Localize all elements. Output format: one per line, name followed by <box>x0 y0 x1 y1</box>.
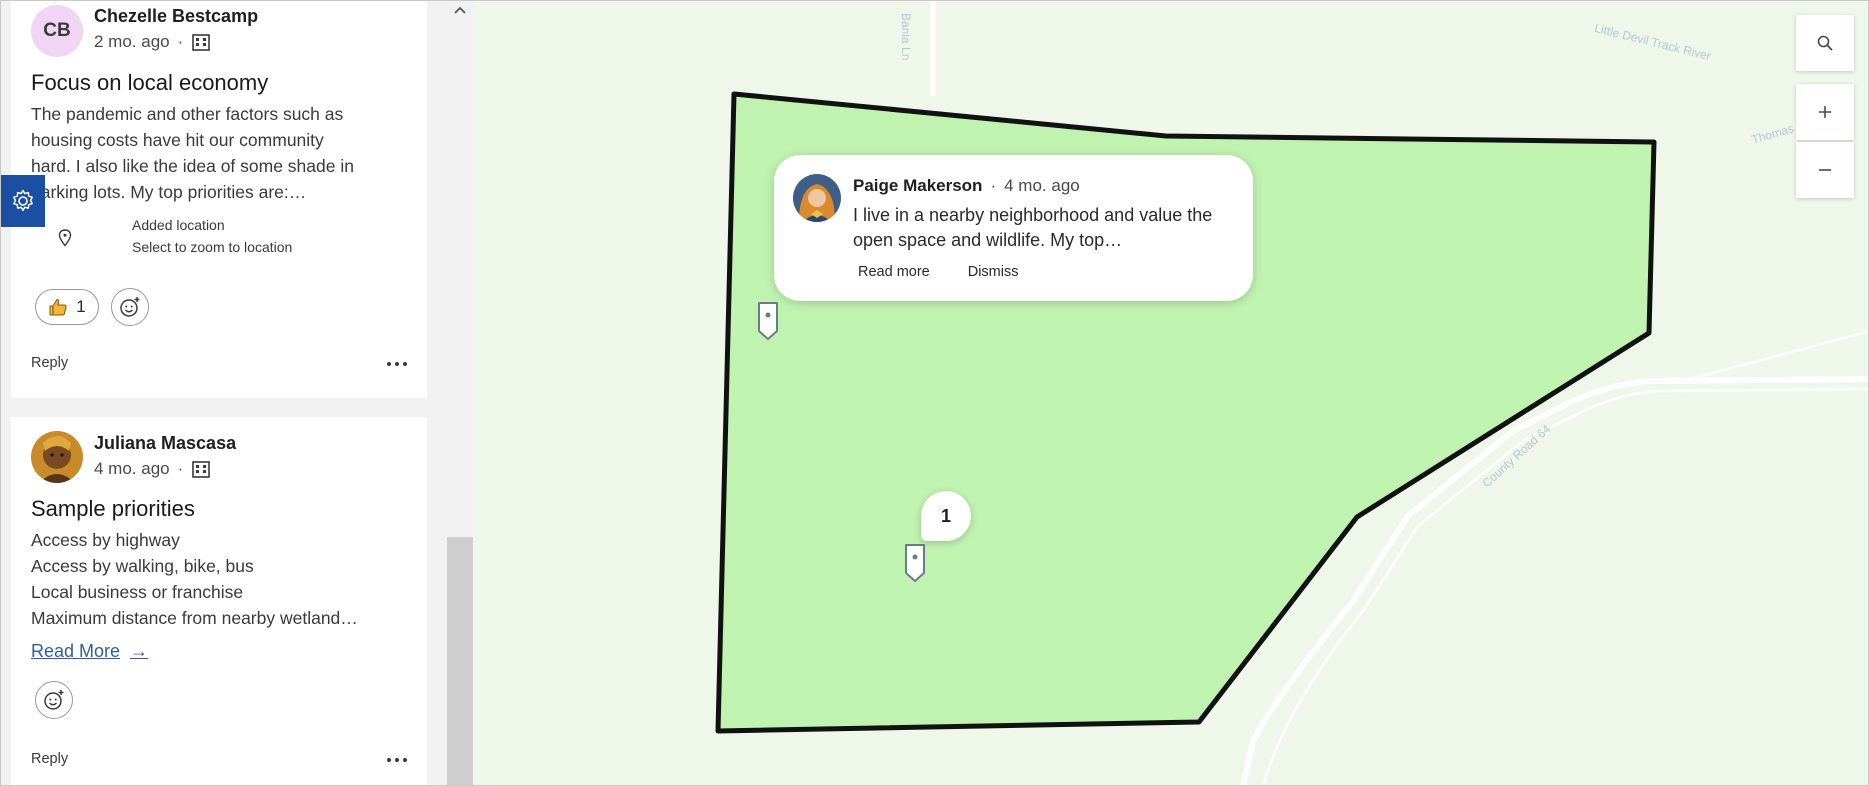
meta-separator: · <box>177 32 184 51</box>
post-body-line: parking lots. My top priorities are:… <box>31 182 307 202</box>
map-pin-icon[interactable] <box>758 302 778 340</box>
post-author: Chezelle Bestcamp <box>94 6 259 26</box>
popup-time: 4 mo. ago <box>1004 176 1080 195</box>
app-frame: CB Chezelle Bestcamp 2 mo. ago · Focus o… <box>0 0 1869 786</box>
read-more-label: Read More <box>31 641 121 661</box>
add-reaction-button[interactable] <box>35 681 73 719</box>
smiley-plus-icon <box>44 690 64 710</box>
post-meta: 4 mo. ago · <box>94 459 211 479</box>
like-count: 1 <box>76 297 86 316</box>
map-label-lane: Bania Ln <box>899 13 913 61</box>
ellipsis-icon-dot <box>403 362 407 366</box>
post-time: 2 mo. ago <box>94 32 170 51</box>
gear-icon <box>13 189 33 212</box>
zoom-out-button[interactable] <box>1796 142 1854 198</box>
post-body-line: Local business or franchise <box>31 582 244 602</box>
post-card[interactable]: CB Chezelle Bestcamp 2 mo. ago · Focus o… <box>11 1 427 398</box>
map-pin-icon <box>58 229 72 247</box>
post-title: Focus on local economy <box>31 70 269 95</box>
building-icon <box>192 461 211 478</box>
comment-popup: Paige Makerson · 4 mo. ago I live in a n… <box>774 155 1253 301</box>
reply-button[interactable]: Reply <box>31 355 68 371</box>
meta-separator: · <box>990 176 997 195</box>
add-reaction-button[interactable] <box>111 288 149 326</box>
popup-actions: Read more Dismiss <box>858 264 1018 280</box>
post-time: 4 mo. ago <box>94 459 170 478</box>
plus-icon <box>1819 106 1831 118</box>
post-author: Juliana Mascasa <box>94 433 237 453</box>
read-more-link[interactable]: Read More → <box>31 641 148 662</box>
building-icon <box>192 34 211 51</box>
post-body-line: housing costs have hit our community <box>31 130 324 150</box>
ellipsis-icon-dot <box>387 758 391 762</box>
post-body-line: Maximum distance from nearby wetland… <box>31 608 358 628</box>
ellipsis-icon-dot <box>403 758 407 762</box>
post-meta: 2 mo. ago · <box>94 32 211 52</box>
avatar <box>793 174 841 222</box>
post-body-line: Access by highway <box>31 530 180 550</box>
post-body-line: The pandemic and other factors such as <box>31 104 344 124</box>
popup-author: Paige Makerson <box>853 176 983 195</box>
ellipsis-icon-dot <box>395 758 399 762</box>
search-icon <box>1817 35 1833 51</box>
map-view[interactable]: Little Devil Track River Bania Ln Thomas… <box>473 1 1868 785</box>
location-label: Added location <box>132 217 225 233</box>
minus-icon <box>1819 169 1831 171</box>
popup-text: I live in a nearby neighborhood and valu… <box>853 205 1213 250</box>
comments-panel: CB Chezelle Bestcamp 2 mo. ago · Focus o… <box>1 1 447 785</box>
map-canvas <box>715 1 1868 785</box>
smiley-plus-icon <box>120 297 140 317</box>
read-more-button[interactable]: Read more <box>858 264 930 280</box>
ellipsis-icon-dot <box>387 362 391 366</box>
more-options-button[interactable] <box>387 755 411 765</box>
reply-button[interactable]: Reply <box>31 751 68 767</box>
avatar-image <box>31 431 83 483</box>
post-body: The pandemic and other factors such as h… <box>31 101 411 205</box>
post-body-line: Access by walking, bike, bus <box>31 556 254 576</box>
cluster-marker[interactable]: 1 <box>921 491 971 541</box>
avatar <box>31 431 83 483</box>
post-title: Sample priorities <box>31 496 195 521</box>
avatar: CB <box>31 5 83 57</box>
post-card[interactable]: Juliana Mascasa 4 mo. ago · Sample prior… <box>11 417 427 785</box>
added-location-link[interactable]: Added location Select to zoom to locatio… <box>31 217 411 261</box>
chevron-up-icon <box>454 6 466 14</box>
meta-separator: · <box>177 459 184 478</box>
location-hint: Select to zoom to location <box>132 239 293 255</box>
popup-header: Paige Makerson · 4 mo. ago <box>853 176 1080 196</box>
more-options-button[interactable] <box>387 359 411 369</box>
dismiss-button[interactable]: Dismiss <box>968 264 1019 280</box>
scroll-up-button[interactable] <box>447 1 473 19</box>
settings-button[interactable] <box>1 175 45 227</box>
avatar-image <box>793 174 841 222</box>
search-button[interactable] <box>1796 15 1854 71</box>
zoom-in-button[interactable] <box>1796 84 1854 140</box>
like-reaction-button[interactable]: 1 <box>35 289 99 325</box>
post-body-line: hard. I also like the idea of some shade… <box>31 156 354 176</box>
arrow-right-icon: → <box>130 641 149 661</box>
scrollbar-thumb[interactable] <box>447 537 473 785</box>
map-pin-icon[interactable] <box>905 544 925 582</box>
post-body: Access by highway Access by walking, bik… <box>31 527 411 631</box>
thumbs-up-icon <box>49 298 67 316</box>
ellipsis-icon-dot <box>395 362 399 366</box>
